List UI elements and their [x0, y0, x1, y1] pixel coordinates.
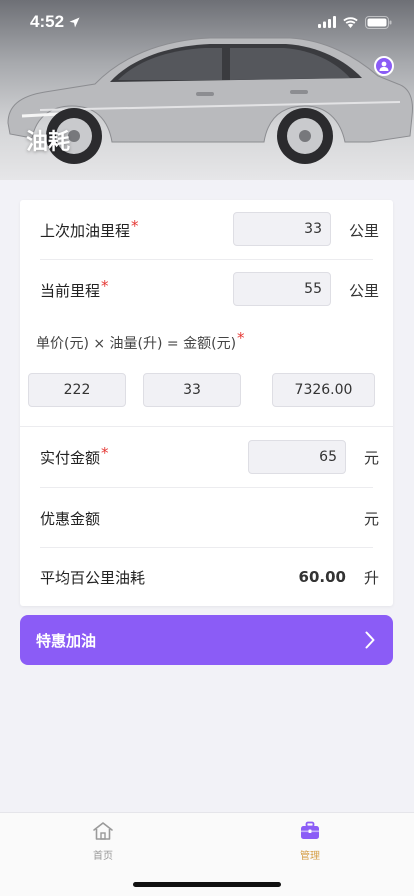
paid-amount-label: 实付金额	[40, 448, 101, 467]
fuel-volume-input[interactable]: 33	[143, 373, 241, 407]
wifi-icon	[343, 17, 358, 28]
discount-amount-row: 优惠金额 元	[20, 488, 393, 548]
promo-label: 特惠加油	[36, 631, 97, 650]
avg-consumption-label: 平均百公里油耗	[40, 568, 146, 587]
last-mileage-unit: 公里	[348, 221, 379, 240]
user-avatar-icon[interactable]	[374, 56, 394, 76]
battery-icon	[365, 15, 392, 29]
home-indicator	[133, 882, 281, 887]
paid-amount-unit: 元	[363, 448, 379, 467]
current-mileage-input[interactable]: 55	[233, 272, 331, 306]
home-icon	[93, 822, 113, 840]
tab-manage-label: 管理	[300, 851, 320, 862]
amount-input[interactable]: 7326.00	[272, 373, 375, 407]
location-arrow-icon	[69, 17, 80, 27]
tab-manage[interactable]: 管理	[280, 821, 340, 862]
tab-home-label: 首页	[93, 851, 113, 862]
status-time: 4:52	[30, 12, 80, 32]
unit-price-input[interactable]: 222	[28, 373, 126, 407]
briefcase-icon	[301, 821, 319, 839]
fuel-form-card: 上次加油里程* 33 公里 当前里程* 55 公里 单价(元) × 油量(升) …	[20, 200, 393, 606]
current-mileage-row: 当前里程* 55 公里	[20, 260, 393, 320]
status-bar: 4:52	[0, 0, 414, 44]
current-mileage-label: 当前里程	[40, 281, 101, 300]
discount-amount-unit: 元	[363, 509, 379, 528]
paid-amount-input[interactable]: 65	[248, 440, 346, 474]
paid-amount-row: 实付金额* 65 元	[20, 427, 393, 487]
price-formula-label: 单价(元) × 油量(升) = 金额(元)	[36, 336, 237, 352]
page-title: 油耗	[26, 130, 71, 155]
required-mark: *	[131, 216, 139, 235]
avg-consumption-unit: 升	[363, 568, 379, 587]
last-mileage-label: 上次加油里程	[40, 221, 131, 240]
chevron-right-icon	[365, 631, 375, 649]
required-mark: *	[101, 443, 109, 462]
discount-refuel-button[interactable]: 特惠加油	[20, 615, 393, 665]
signal-icon	[318, 16, 336, 28]
current-mileage-unit: 公里	[348, 281, 379, 300]
last-mileage-row: 上次加油里程* 33 公里	[20, 200, 393, 260]
avg-consumption-row: 平均百公里油耗 60.00 升	[20, 547, 393, 607]
required-mark: *	[101, 276, 109, 295]
avg-consumption-value: 60.00	[298, 568, 346, 586]
last-mileage-input[interactable]: 33	[233, 212, 331, 246]
required-mark: *	[237, 329, 245, 347]
tab-home[interactable]: 首页	[73, 821, 133, 862]
discount-amount-label: 优惠金额	[40, 509, 101, 528]
